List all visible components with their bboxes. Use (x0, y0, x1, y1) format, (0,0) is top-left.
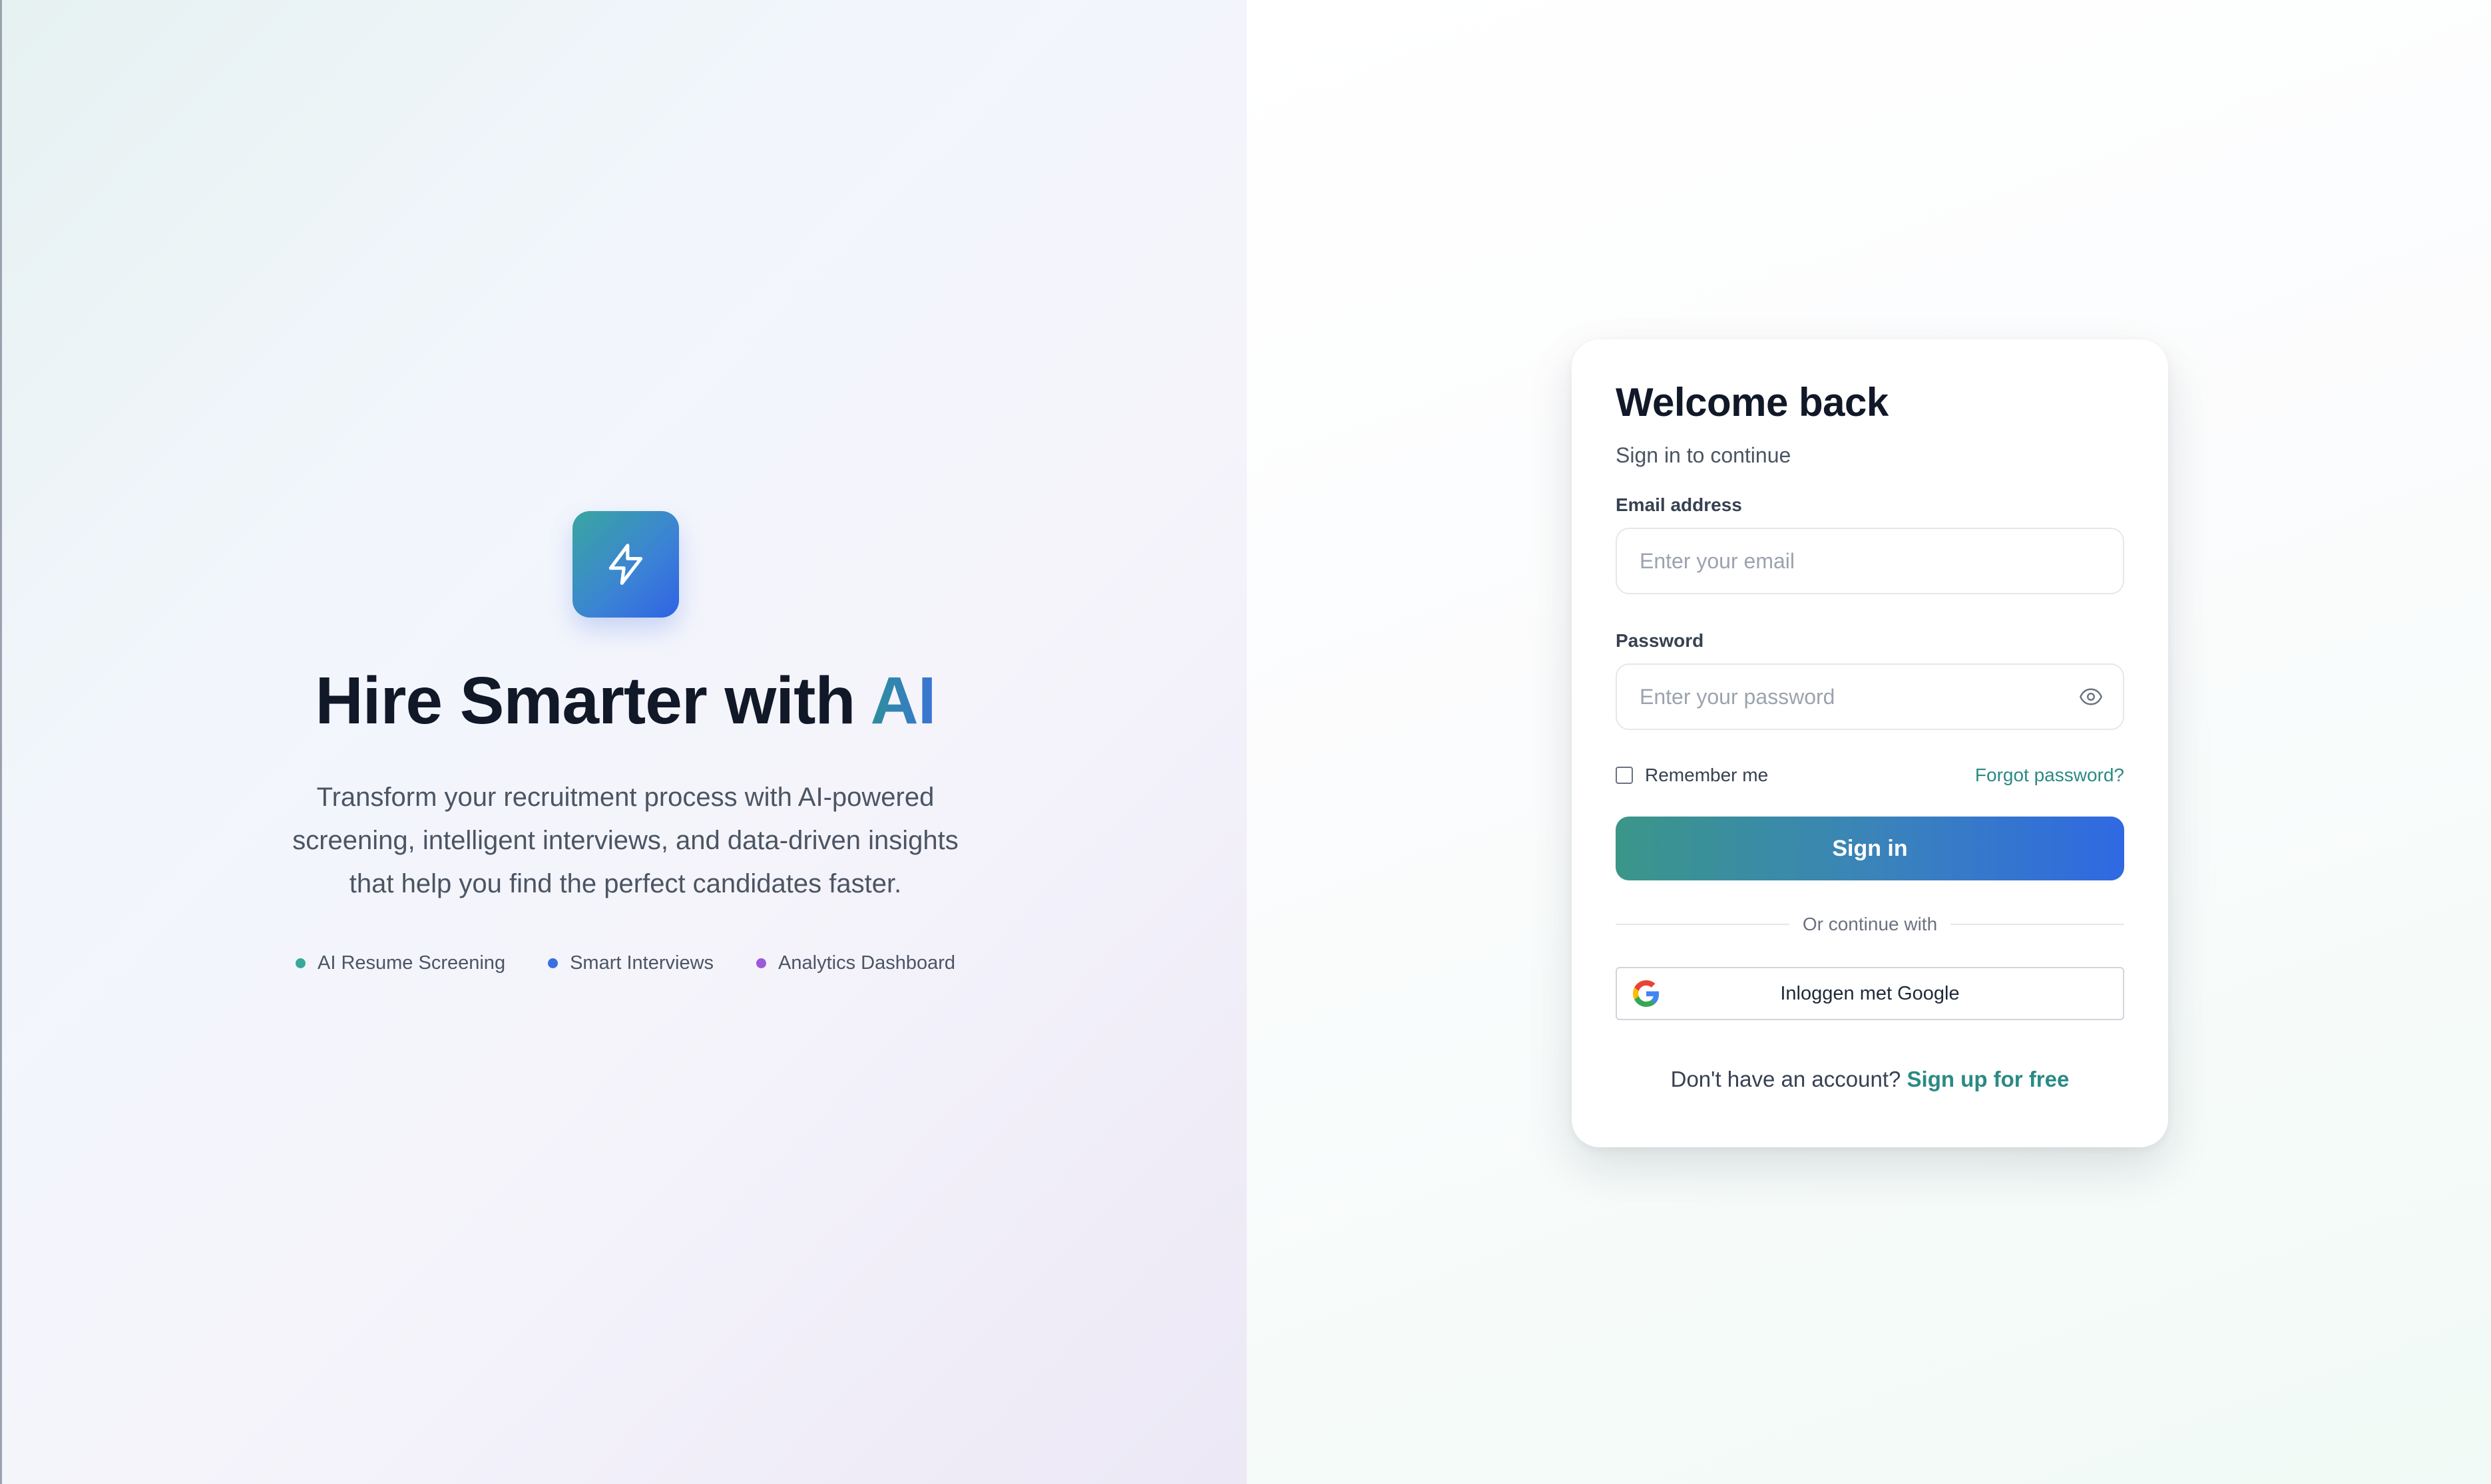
password-input[interactable] (1616, 663, 2124, 730)
password-field-wrapper (1616, 663, 2124, 730)
google-sign-in-button[interactable]: Inloggen met Google (1616, 967, 2124, 1020)
google-icon (1633, 980, 1660, 1007)
feature-item: Analytics Dashboard (756, 952, 955, 974)
google-button-label: Inloggen met Google (1780, 982, 1960, 1004)
feature-dot-icon (548, 958, 559, 968)
sign-up-link[interactable]: Sign up for free (1907, 1067, 2070, 1091)
divider: Or continue with (1616, 914, 2125, 935)
signup-row: Don't have an account? Sign up for free (1616, 1067, 2124, 1092)
email-label: Email address (1616, 494, 1742, 515)
divider-label: Or continue with (1802, 914, 1938, 934)
hero-content: Hire Smarter with AI Transform your recr… (2, 511, 1249, 974)
feature-label: Analytics Dashboard (778, 952, 956, 974)
feature-list: AI Resume Screening Smart Interviews Ana… (295, 952, 955, 974)
email-field-wrapper (1616, 528, 2124, 594)
email-input[interactable] (1616, 528, 2124, 594)
feature-label: Smart Interviews (570, 952, 714, 974)
divider-line (1950, 924, 2125, 925)
hero-title-accent: AI (870, 663, 937, 738)
password-label: Password (1616, 630, 1704, 651)
login-title: Welcome back (1616, 380, 1889, 425)
remember-me-checkbox[interactable] (1616, 767, 1633, 784)
feature-label: AI Resume Screening (317, 952, 506, 974)
hero-title: Hire Smarter with AI (315, 663, 937, 738)
app-logo (572, 511, 679, 618)
feature-item: Smart Interviews (548, 952, 714, 974)
page: Hire Smarter with AI Transform your recr… (0, 0, 2491, 1484)
eye-icon (2080, 688, 2102, 705)
login-subtitle: Sign in to continue (1616, 443, 1791, 467)
remember-me[interactable]: Remember me (1616, 765, 1768, 786)
hero-description: Transform your recruitment process with … (292, 783, 959, 898)
toggle-password-visibility-button[interactable] (2075, 681, 2107, 713)
remember-me-label: Remember me (1645, 765, 1769, 785)
sign-in-button[interactable]: Sign in (1616, 817, 2124, 880)
forgot-password-link[interactable]: Forgot password? (1975, 765, 2124, 786)
feature-dot-icon (295, 958, 306, 968)
signup-prompt: Don't have an account? (1670, 1067, 1907, 1091)
login-options-row: Remember me Forgot password? (1616, 765, 2124, 786)
hero-panel: Hire Smarter with AI Transform your recr… (0, 0, 1247, 1484)
divider-line (1616, 924, 1789, 925)
auth-panel: Welcome back Sign in to continue Email a… (1247, 0, 2491, 1484)
login-card: Welcome back Sign in to continue Email a… (1572, 339, 2168, 1147)
lightning-bolt-icon (608, 544, 642, 585)
feature-item: AI Resume Screening (295, 952, 506, 974)
feature-dot-icon (756, 958, 767, 968)
hero-title-main: Hire Smarter with (315, 663, 871, 738)
